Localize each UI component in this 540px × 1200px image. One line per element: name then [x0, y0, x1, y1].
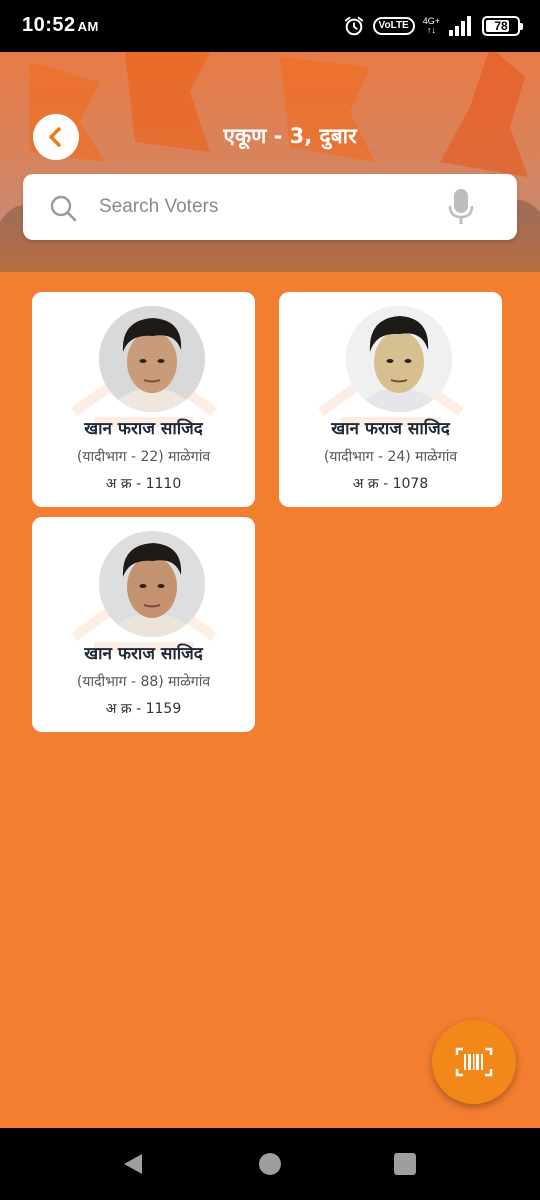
- voter-photo-image: [99, 306, 205, 412]
- signal-icon: [449, 16, 471, 36]
- barcode-scan-button[interactable]: [432, 1020, 516, 1104]
- voter-name: खान फराज साजिद: [84, 644, 203, 664]
- network-type: 4G+ ↑↓: [423, 17, 440, 35]
- voter-name: खान फराज साजिद: [84, 419, 203, 439]
- flag-decoration: [280, 57, 375, 162]
- voter-name: खान फराज साजिद: [331, 419, 450, 439]
- voter-photo: [346, 306, 452, 412]
- nav-home-icon[interactable]: [259, 1153, 281, 1175]
- battery-level: 78: [494, 19, 508, 33]
- volte-badge: VoLTE: [372, 17, 415, 35]
- nav-back-icon[interactable]: [122, 1152, 144, 1176]
- voter-card[interactable]: खान फराज साजिद (यादीभाग - 22) माळेगांव अ…: [32, 292, 255, 507]
- data-arrows-icon: ↑↓: [426, 25, 436, 35]
- status-time-ampm: AM: [77, 19, 99, 34]
- barcode-scan-icon: [455, 1047, 493, 1077]
- status-time: 10:52 AM: [22, 14, 99, 37]
- search-bar[interactable]: [23, 174, 517, 240]
- voter-part-village: (यादीभाग - 22) माळेगांव: [76, 449, 211, 465]
- voter-photo: [99, 531, 205, 637]
- status-bar: 10:52 AM VoLTE 4G+ ↑↓ 78: [0, 0, 540, 52]
- navigation-bar: [0, 1128, 540, 1200]
- status-time-value: 10:52: [22, 14, 76, 36]
- flag-decoration: [125, 52, 210, 152]
- voter-photo-image: [346, 306, 452, 412]
- nav-recents-icon[interactable]: [394, 1153, 416, 1175]
- voter-part-village: (यादीभाग - 88) माळेगांव: [76, 674, 211, 690]
- voter-serial-number: अ क्र - 1078: [352, 476, 429, 492]
- voter-card[interactable]: खान फराज साजिद (यादीभाग - 88) माळेगांव अ…: [32, 517, 255, 732]
- voter-part-village: (यादीभाग - 24) माळेगांव: [323, 449, 458, 465]
- header-banner: एकूण - 3, दुबार: [0, 52, 540, 272]
- voter-photo: [99, 306, 205, 412]
- status-icons: VoLTE 4G+ ↑↓ 78: [343, 12, 523, 40]
- search-input[interactable]: [99, 190, 429, 224]
- mic-icon[interactable]: [447, 188, 475, 226]
- battery-icon: 78: [482, 16, 523, 36]
- voter-photo-image: [99, 531, 205, 637]
- voter-serial-number: अ क्र - 1159: [105, 701, 182, 717]
- search-icon: [50, 195, 77, 222]
- alarm-icon: [344, 16, 363, 36]
- voter-serial-number: अ क्र - 1110: [105, 476, 182, 492]
- page-title: एकूण - 3, दुबार: [223, 124, 357, 148]
- voter-card[interactable]: खान फराज साजिद (यादीभाग - 24) माळेगांव अ…: [279, 292, 502, 507]
